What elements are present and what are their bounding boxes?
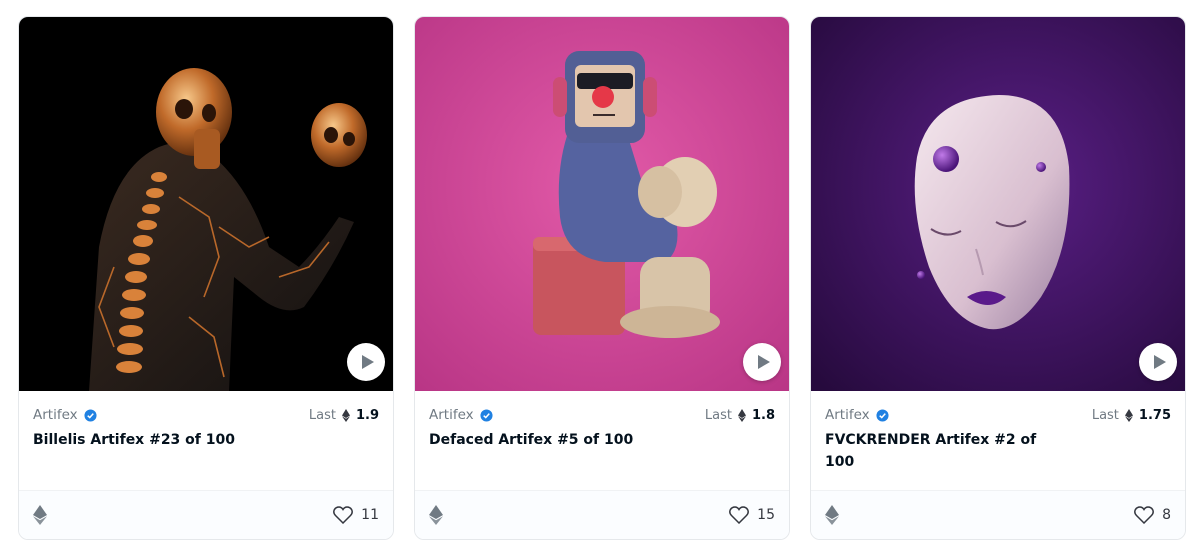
heart-icon — [333, 506, 354, 524]
nft-title[interactable]: FVCKRENDER Artifex #2 of 100 — [825, 429, 1055, 473]
nft-card[interactable]: Artifex Last 1.9 Billelis Artifex #23 of… — [18, 16, 394, 540]
nft-info: Artifex Last 1.8 Defaced Artifex #5 of 1… — [415, 391, 789, 491]
last-sale-price: 1.8 — [751, 407, 775, 423]
card-footer: 11 — [19, 490, 393, 539]
nft-media[interactable] — [811, 17, 1185, 391]
heart-icon — [729, 506, 750, 524]
favorite-button[interactable]: 8 — [1134, 506, 1171, 524]
nft-media[interactable] — [19, 17, 393, 391]
nft-info: Artifex Last 1.75 FVCKRENDER Artifex #2 … — [811, 391, 1185, 491]
favorite-button[interactable]: 15 — [729, 506, 775, 524]
play-icon — [1153, 355, 1166, 369]
collection-label: Artifex — [33, 407, 78, 423]
nft-artwork-skeleton — [19, 17, 393, 391]
last-sale-label: Last — [704, 407, 732, 423]
like-count: 15 — [757, 507, 775, 523]
heart-icon — [1134, 506, 1155, 524]
nft-title[interactable]: Defaced Artifex #5 of 100 — [429, 429, 659, 451]
nft-grid: Artifex Last 1.9 Billelis Artifex #23 of… — [18, 16, 1186, 540]
last-sale: Last 1.75 — [1092, 408, 1171, 423]
verified-badge-icon — [84, 408, 97, 422]
collection-name[interactable]: Artifex — [429, 407, 493, 423]
last-sale-label: Last — [1091, 407, 1119, 423]
ethereum-icon — [825, 505, 839, 525]
card-footer: 8 — [811, 490, 1185, 539]
ethereum-icon — [1124, 408, 1133, 422]
last-sale: Last 1.9 — [309, 408, 379, 423]
nft-card[interactable]: Artifex Last 1.75 FVCKRENDER Artifex #2 … — [810, 16, 1186, 540]
card-footer: 15 — [415, 490, 789, 539]
like-count: 11 — [361, 507, 379, 523]
play-button[interactable] — [347, 343, 385, 381]
favorite-button[interactable]: 11 — [333, 506, 379, 524]
collection-name[interactable]: Artifex — [825, 407, 889, 423]
ethereum-icon — [429, 505, 443, 525]
nft-info: Artifex Last 1.9 Billelis Artifex #23 of… — [19, 391, 393, 491]
nft-artwork-character — [415, 17, 789, 391]
nft-artwork-mask — [811, 17, 1185, 391]
collection-name[interactable]: Artifex — [33, 407, 97, 423]
play-button[interactable] — [1139, 343, 1177, 381]
play-icon — [361, 355, 374, 369]
collection-label: Artifex — [825, 407, 870, 423]
verified-badge-icon — [876, 408, 889, 422]
nft-title[interactable]: Billelis Artifex #23 of 100 — [33, 429, 263, 451]
play-button[interactable] — [743, 343, 781, 381]
ethereum-icon — [33, 505, 47, 525]
collection-label: Artifex — [429, 407, 474, 423]
last-sale-label: Last — [308, 407, 336, 423]
nft-card[interactable]: Artifex Last 1.8 Defaced Artifex #5 of 1… — [414, 16, 790, 540]
ethereum-icon — [737, 408, 746, 422]
last-sale-price: 1.75 — [1138, 407, 1171, 423]
last-sale-price: 1.9 — [355, 407, 379, 423]
like-count: 8 — [1162, 507, 1171, 523]
verified-badge-icon — [480, 408, 493, 422]
nft-media[interactable] — [415, 17, 789, 391]
play-icon — [757, 355, 770, 369]
last-sale: Last 1.8 — [705, 408, 775, 423]
ethereum-icon — [341, 408, 350, 422]
